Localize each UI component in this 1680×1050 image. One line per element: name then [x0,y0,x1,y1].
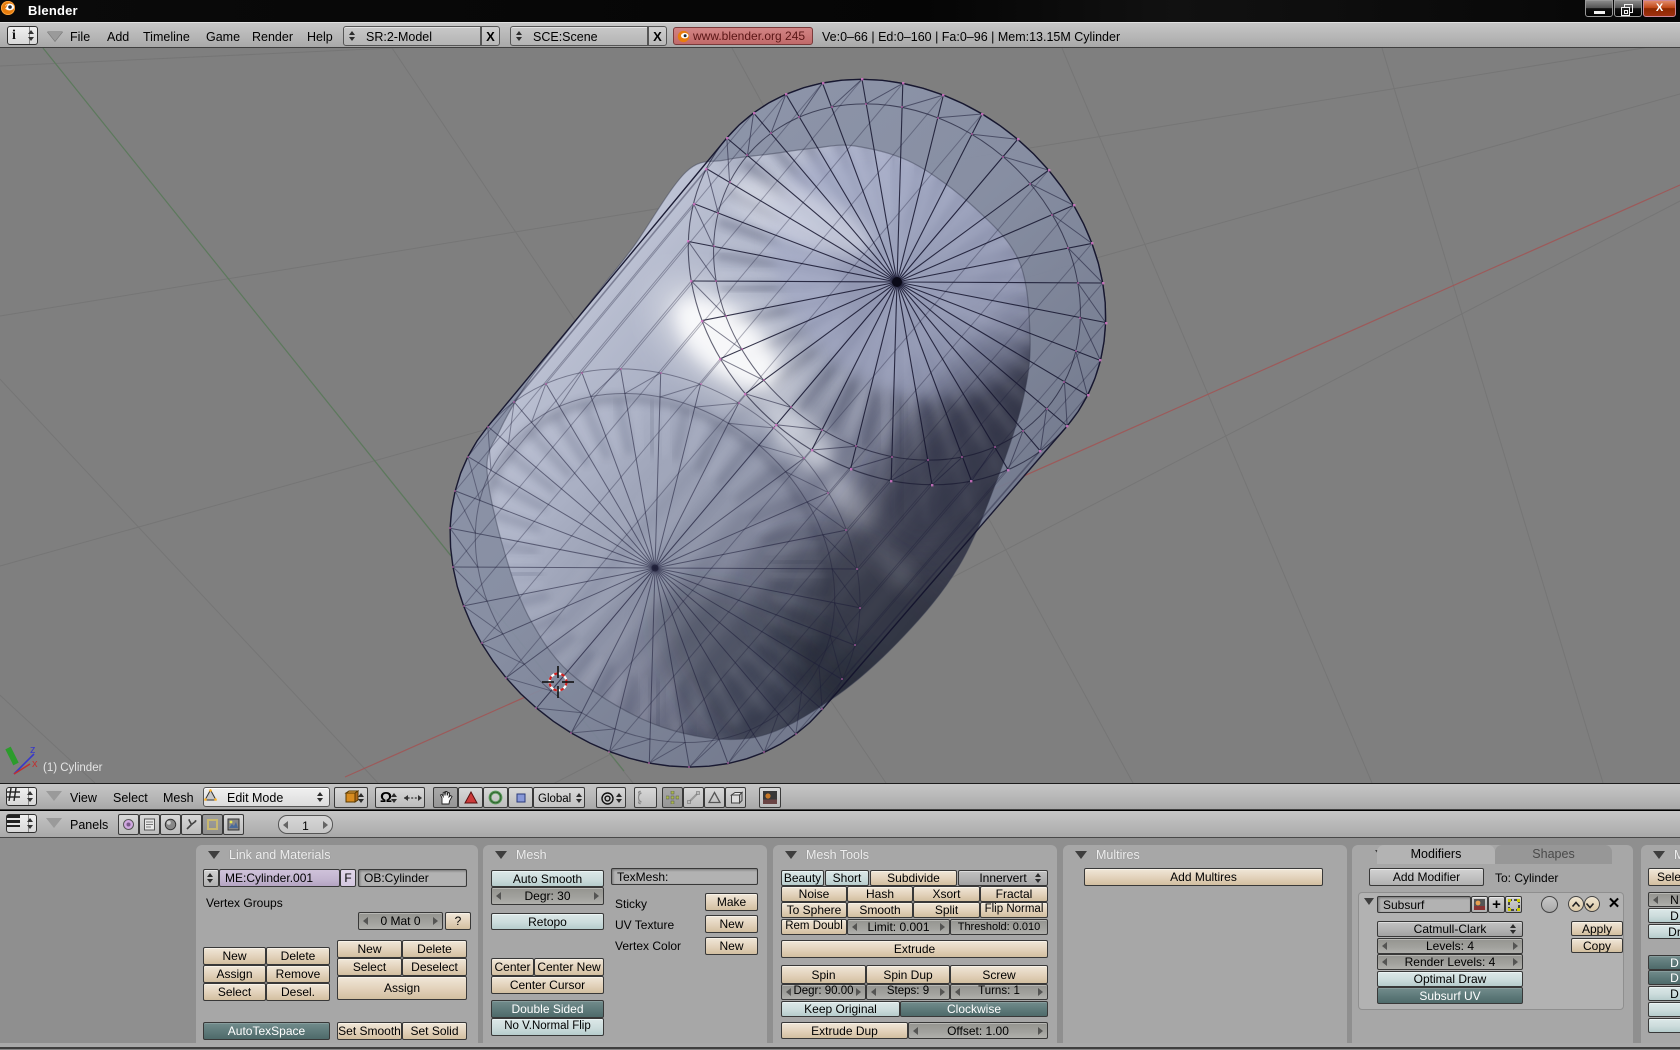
svg-text:z: z [30,744,36,756]
svg-text:x: x [32,758,38,770]
